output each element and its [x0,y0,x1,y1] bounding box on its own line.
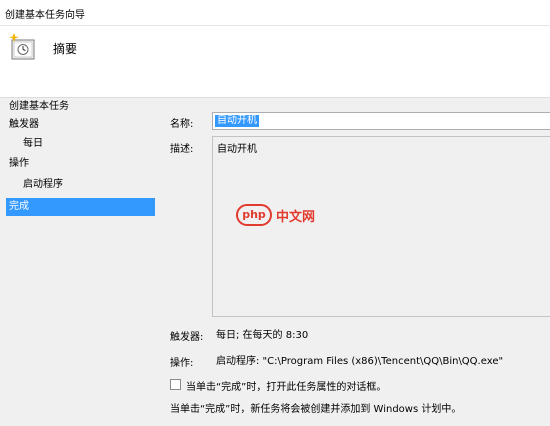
description-value: 自动开机 [217,144,257,155]
open-properties-checkbox[interactable] [170,379,181,390]
nav-item-create-basic-task[interactable]: 创建基本任务 [6,98,155,116]
window-title: 创建基本任务向导 [5,10,85,21]
trigger-label: 触发器: [170,332,204,343]
watermark-logo: php [236,204,272,226]
watermark: php 中文网 [236,204,326,228]
name-value: 自动开机 [215,115,259,127]
nav-item-daily[interactable]: 每日 [6,135,155,153]
task-wizard-icon [9,33,35,60]
action-label: 操作: [170,358,194,369]
wizard-body: 创建基本任务 触发器 每日 操作 启动程序 完成 名称: 自动开机 描述: 自动… [0,98,550,426]
wizard-nav: 创建基本任务 触发器 每日 操作 启动程序 完成 [0,98,155,426]
nav-item-finish[interactable]: 完成 [6,198,155,216]
nav-item-action[interactable]: 操作 [6,155,155,173]
description-label: 描述: [170,144,194,155]
title-bar: 创建基本任务向导 [0,0,550,26]
name-label: 名称: [170,119,194,130]
name-field[interactable]: 自动开机 [212,112,550,130]
watermark-text: 中文网 [276,210,316,225]
header: 摘要 [0,26,550,98]
nav-item-trigger[interactable]: 触发器 [6,116,155,134]
nav-item-start-program[interactable]: 启动程序 [6,176,155,194]
finish-info-text: 当单击“完成”时，新任务将会被创建并添加到 Windows 计划中。 [170,404,462,415]
trigger-value: 每日; 在每天的 8:30 [216,330,309,341]
action-value: 启动程序: "C:\Program Files (x86)\Tencent\QQ… [216,356,504,367]
open-properties-label[interactable]: 当单击“完成”时，打开此任务属性的对话框。 [186,378,386,393]
page-heading: 摘要 [53,42,78,56]
